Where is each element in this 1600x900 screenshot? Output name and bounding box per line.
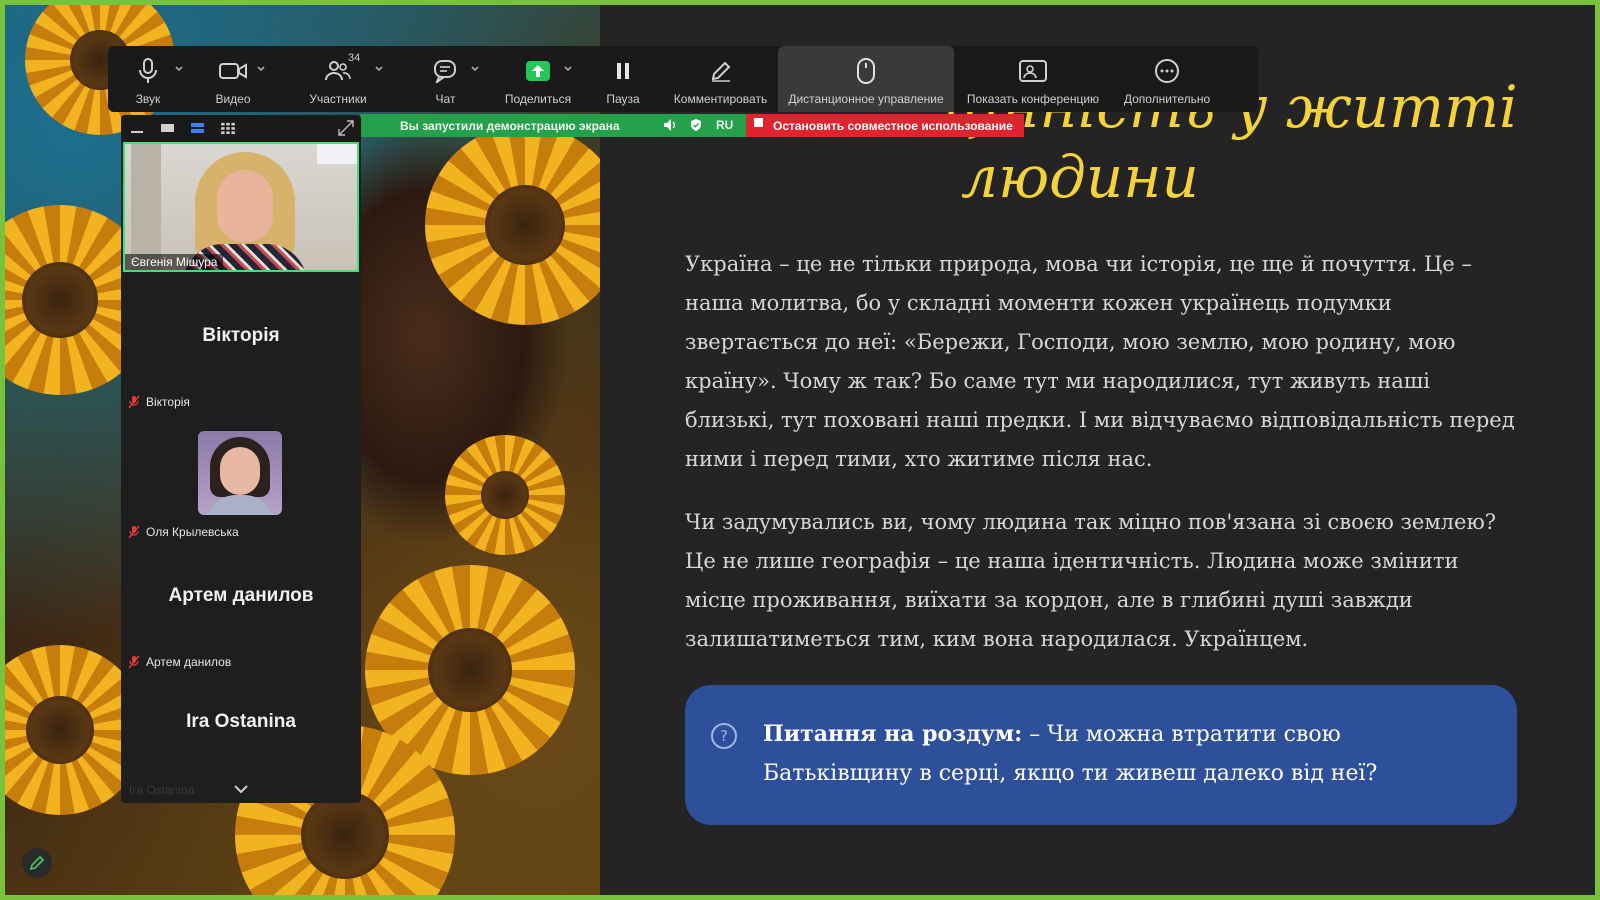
remote-control-button[interactable]: Дистанционное управление [778,46,954,112]
slide-paragraph: Україна – це не тільки природа, мова чи … [685,252,1515,471]
chat-button[interactable]: Чат [398,46,493,112]
participants-button[interactable]: 34 Участники [278,46,398,112]
pencil-icon [29,855,45,871]
mic-muted-icon [128,655,140,669]
mouse-icon [856,56,876,86]
toolbar-label: Дополнительно [1123,92,1211,106]
stop-sharing-label: Остановить совместное использование [773,118,1013,133]
stop-sharing-button[interactable]: Остановить совместное использование [746,114,1024,137]
chevron-down-icon[interactable] [174,64,184,74]
participant-tile[interactable]: Вікторія Вікторія [121,285,361,415]
more-button[interactable]: Дополнительно [1112,46,1222,112]
gallery-view-icon[interactable] [219,122,237,134]
stop-square-icon [754,118,763,127]
video-panel: Євгенія Мішура Вікторія Вікторія Оля Кры… [121,115,361,803]
chevron-down-icon[interactable] [233,783,249,795]
question-icon: ? [711,723,737,749]
audio-button[interactable]: Звук [108,46,188,112]
mic-muted-icon [128,525,140,539]
chevron-down-icon[interactable] [256,64,266,74]
speaker-view-icon[interactable] [159,122,177,134]
slide-paragraph: Чи задумувались ви, чому людина так міцн… [685,510,1496,651]
language-selector[interactable]: RU [716,118,733,132]
participant-name-label: Артем данилов [128,655,231,669]
participant-label: Ira Ostanina [129,783,195,797]
chevron-down-icon[interactable] [470,64,480,74]
screen-sharing-status-bar: Вы запустили демонстрацию экрана RU [360,114,746,137]
toolbar-label: Пауза [606,92,640,106]
annotate-button[interactable]: Комментировать [663,46,778,112]
mic-muted-icon [128,395,140,409]
strip-view-icon[interactable] [189,122,207,134]
speaker-icon[interactable] [663,118,677,132]
share-screen-icon [525,56,551,86]
toolbar-label: Участники [309,92,367,106]
pencil-icon [709,56,733,86]
active-speaker-video[interactable]: Євгенія Мішура [123,142,359,272]
toolbar-label: Видео [215,92,251,106]
reflection-question: Питання на роздум: – Чи можна втратити с… [763,715,1489,793]
share-screen-button[interactable]: Поделиться [493,46,583,112]
annotation-pen-button[interactable] [22,848,52,878]
toolbar-label: Поделиться [504,92,572,106]
toolbar-label: Чат [435,92,456,106]
participant-tile[interactable]: Оля Крылевська [121,415,361,545]
panel-footer: Ira Ostanina [121,775,361,803]
pause-share-button[interactable]: Пауза [583,46,663,112]
show-meeting-button[interactable]: Показать конференцию [954,46,1112,112]
show-meeting-icon [1019,56,1047,86]
minimize-icon[interactable] [129,122,147,134]
chat-icon [433,56,459,86]
slide-title-line: людини [961,143,1199,211]
participant-count: 34 [348,52,361,64]
participant-label: Артем данилов [146,655,232,669]
microphone-icon [137,56,159,86]
more-icon [1154,56,1180,86]
chevron-down-icon[interactable] [563,64,573,74]
meeting-toolbar: Звук Видео 34 Участники Чат Поделиться П… [108,46,1258,112]
toolbar-label: Звук [135,92,161,106]
participant-tile[interactable]: Артем данилов Артем данилов [121,545,361,675]
participant-avatar [198,431,282,515]
expand-icon[interactable] [337,119,355,137]
chevron-down-icon[interactable] [374,64,384,74]
video-name-label: Євгенія Мішура [125,254,224,270]
sunflower-image [425,125,600,325]
participant-name-label: Вікторія [128,395,190,409]
participant-tile[interactable]: Ira Ostanina [121,677,361,773]
sunflower-image [445,435,565,555]
toolbar-label: Комментировать [673,92,768,106]
shield-icon[interactable] [690,118,702,132]
video-camera-icon [219,56,247,86]
toolbar-label: Дистанционное управление [788,92,944,106]
video-button[interactable]: Видео [188,46,278,112]
pause-icon [615,56,631,86]
toolbar-label: Показать конференцию [966,92,1100,106]
reflection-question-box: ? Питання на роздум: – Чи можна втратити… [685,685,1517,825]
participant-label: Вікторія [146,395,190,409]
panel-view-controls [121,115,361,141]
participant-name-label: Оля Крылевська [128,525,239,539]
participant-display-name: Ira Ostanina [186,711,296,732]
question-label: Питання на роздум: [763,721,1023,747]
participant-label: Оля Крылевська [146,525,239,539]
participant-display-name: Артем данилов [168,585,314,606]
participant-display-name: Вікторія [202,325,280,346]
sharing-status-text: Вы запустили демонстрацию экрана [400,118,620,133]
